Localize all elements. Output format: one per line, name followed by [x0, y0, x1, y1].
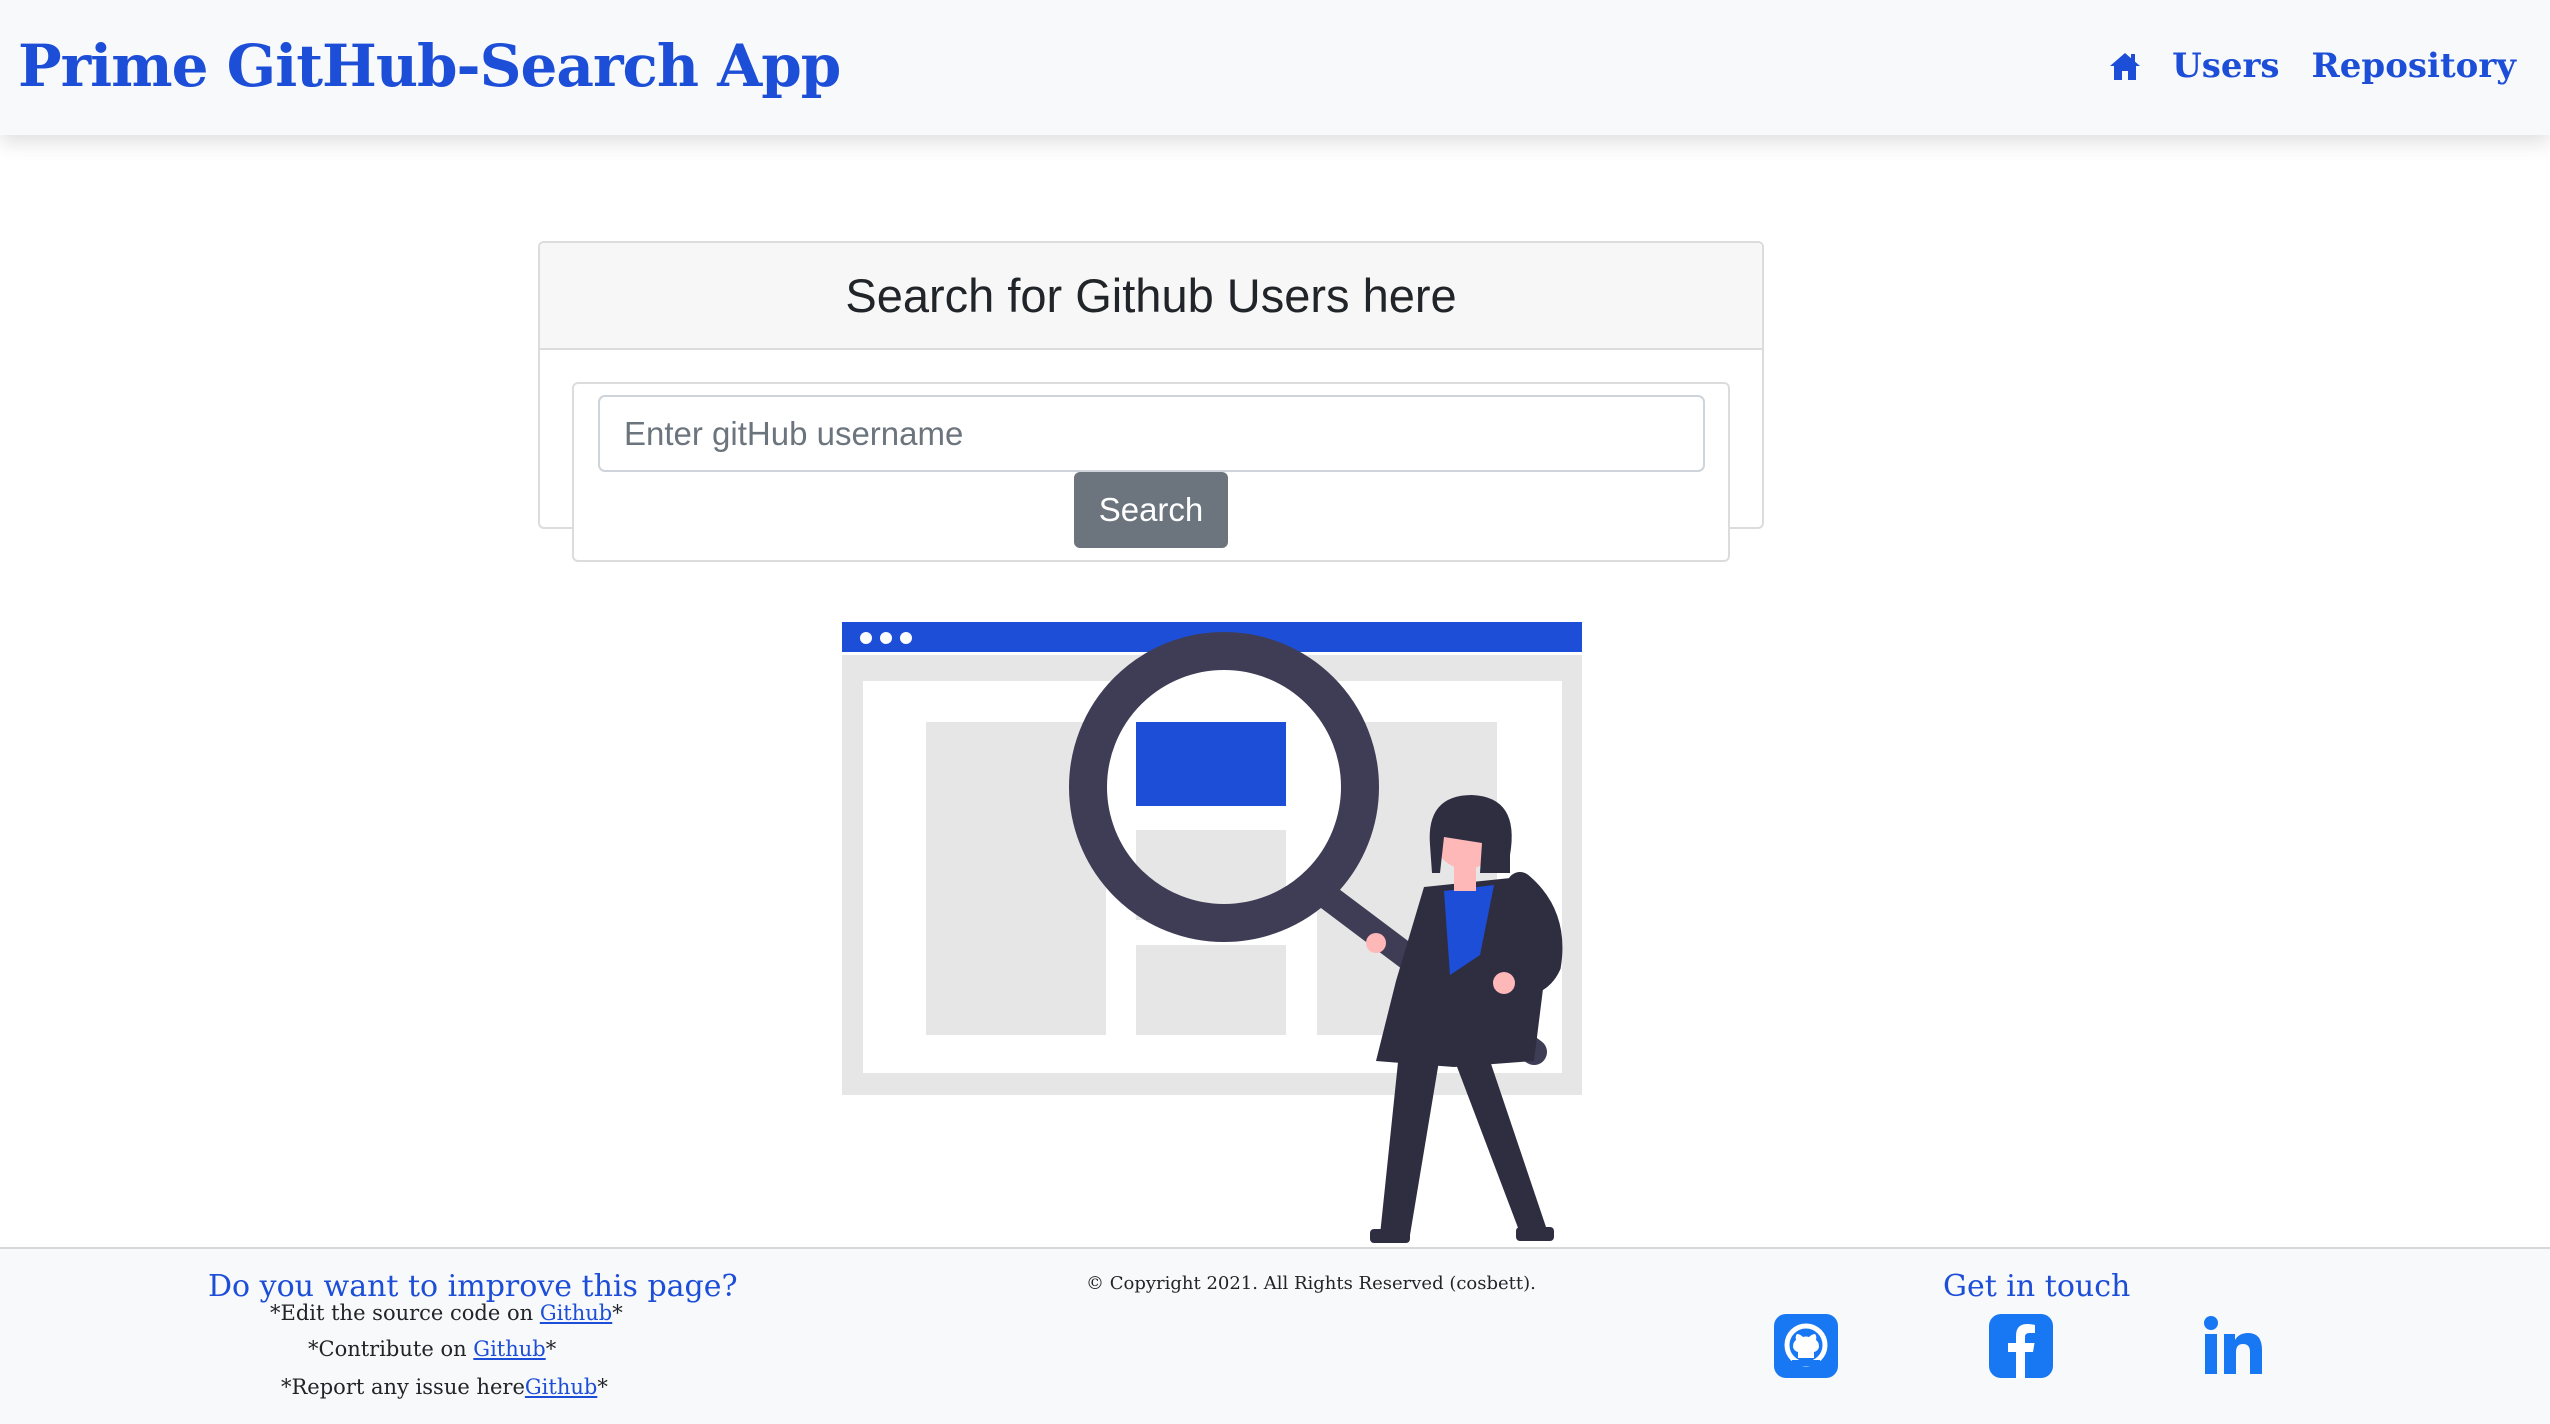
nav-link-repository[interactable]: Repository	[2312, 46, 2516, 86]
github-link-report-issue[interactable]: Github	[525, 1375, 597, 1399]
copyright-text: © Copyright 2021. All Rights Reserved (c…	[1086, 1273, 1536, 1294]
nav-links: Users Repository	[2108, 40, 2516, 92]
get-in-touch-title: Get in touch	[1943, 1269, 2131, 1304]
navbar: Prime GitHub-Search App Users Repository	[0, 0, 2550, 135]
linkedin-icon[interactable]	[2202, 1314, 2266, 1378]
home-icon[interactable]	[2108, 49, 2142, 83]
footer-line-suffix: *	[612, 1301, 623, 1325]
github-link-edit-source[interactable]: Github	[540, 1301, 612, 1325]
footer-line-contribute: *Contribute on Github*	[308, 1337, 556, 1361]
nav-link-users[interactable]: Users	[2172, 46, 2279, 86]
search-button[interactable]: Search	[1074, 472, 1228, 548]
facebook-icon[interactable]	[1989, 1314, 2053, 1378]
woman-with-magnifying-glass-illustration	[842, 622, 1582, 1243]
search-card-header: Search for Github Users here	[540, 243, 1762, 350]
improve-page-title: Do you want to improve this page?	[208, 1269, 738, 1304]
footer-line-text: *Edit the source code on	[270, 1301, 540, 1325]
footer-line-text: *Contribute on	[308, 1337, 474, 1361]
footer-line-report-issue: *Report any issue hereGithub*	[281, 1375, 608, 1399]
footer: Do you want to improve this page? *Edit …	[0, 1247, 2550, 1424]
brand-title[interactable]: Prime GitHub-Search App	[18, 26, 841, 106]
search-card-title: Search for Github Users here	[845, 269, 1457, 322]
footer-line-edit-source: *Edit the source code on Github*	[270, 1301, 623, 1325]
github-link-contribute[interactable]: Github	[473, 1337, 545, 1361]
footer-line-text: *Report any issue here	[281, 1375, 525, 1399]
github-icon[interactable]	[1774, 1314, 1838, 1378]
username-search-input[interactable]	[598, 395, 1705, 472]
footer-line-suffix: *	[545, 1337, 557, 1361]
footer-line-suffix: *	[597, 1375, 608, 1399]
